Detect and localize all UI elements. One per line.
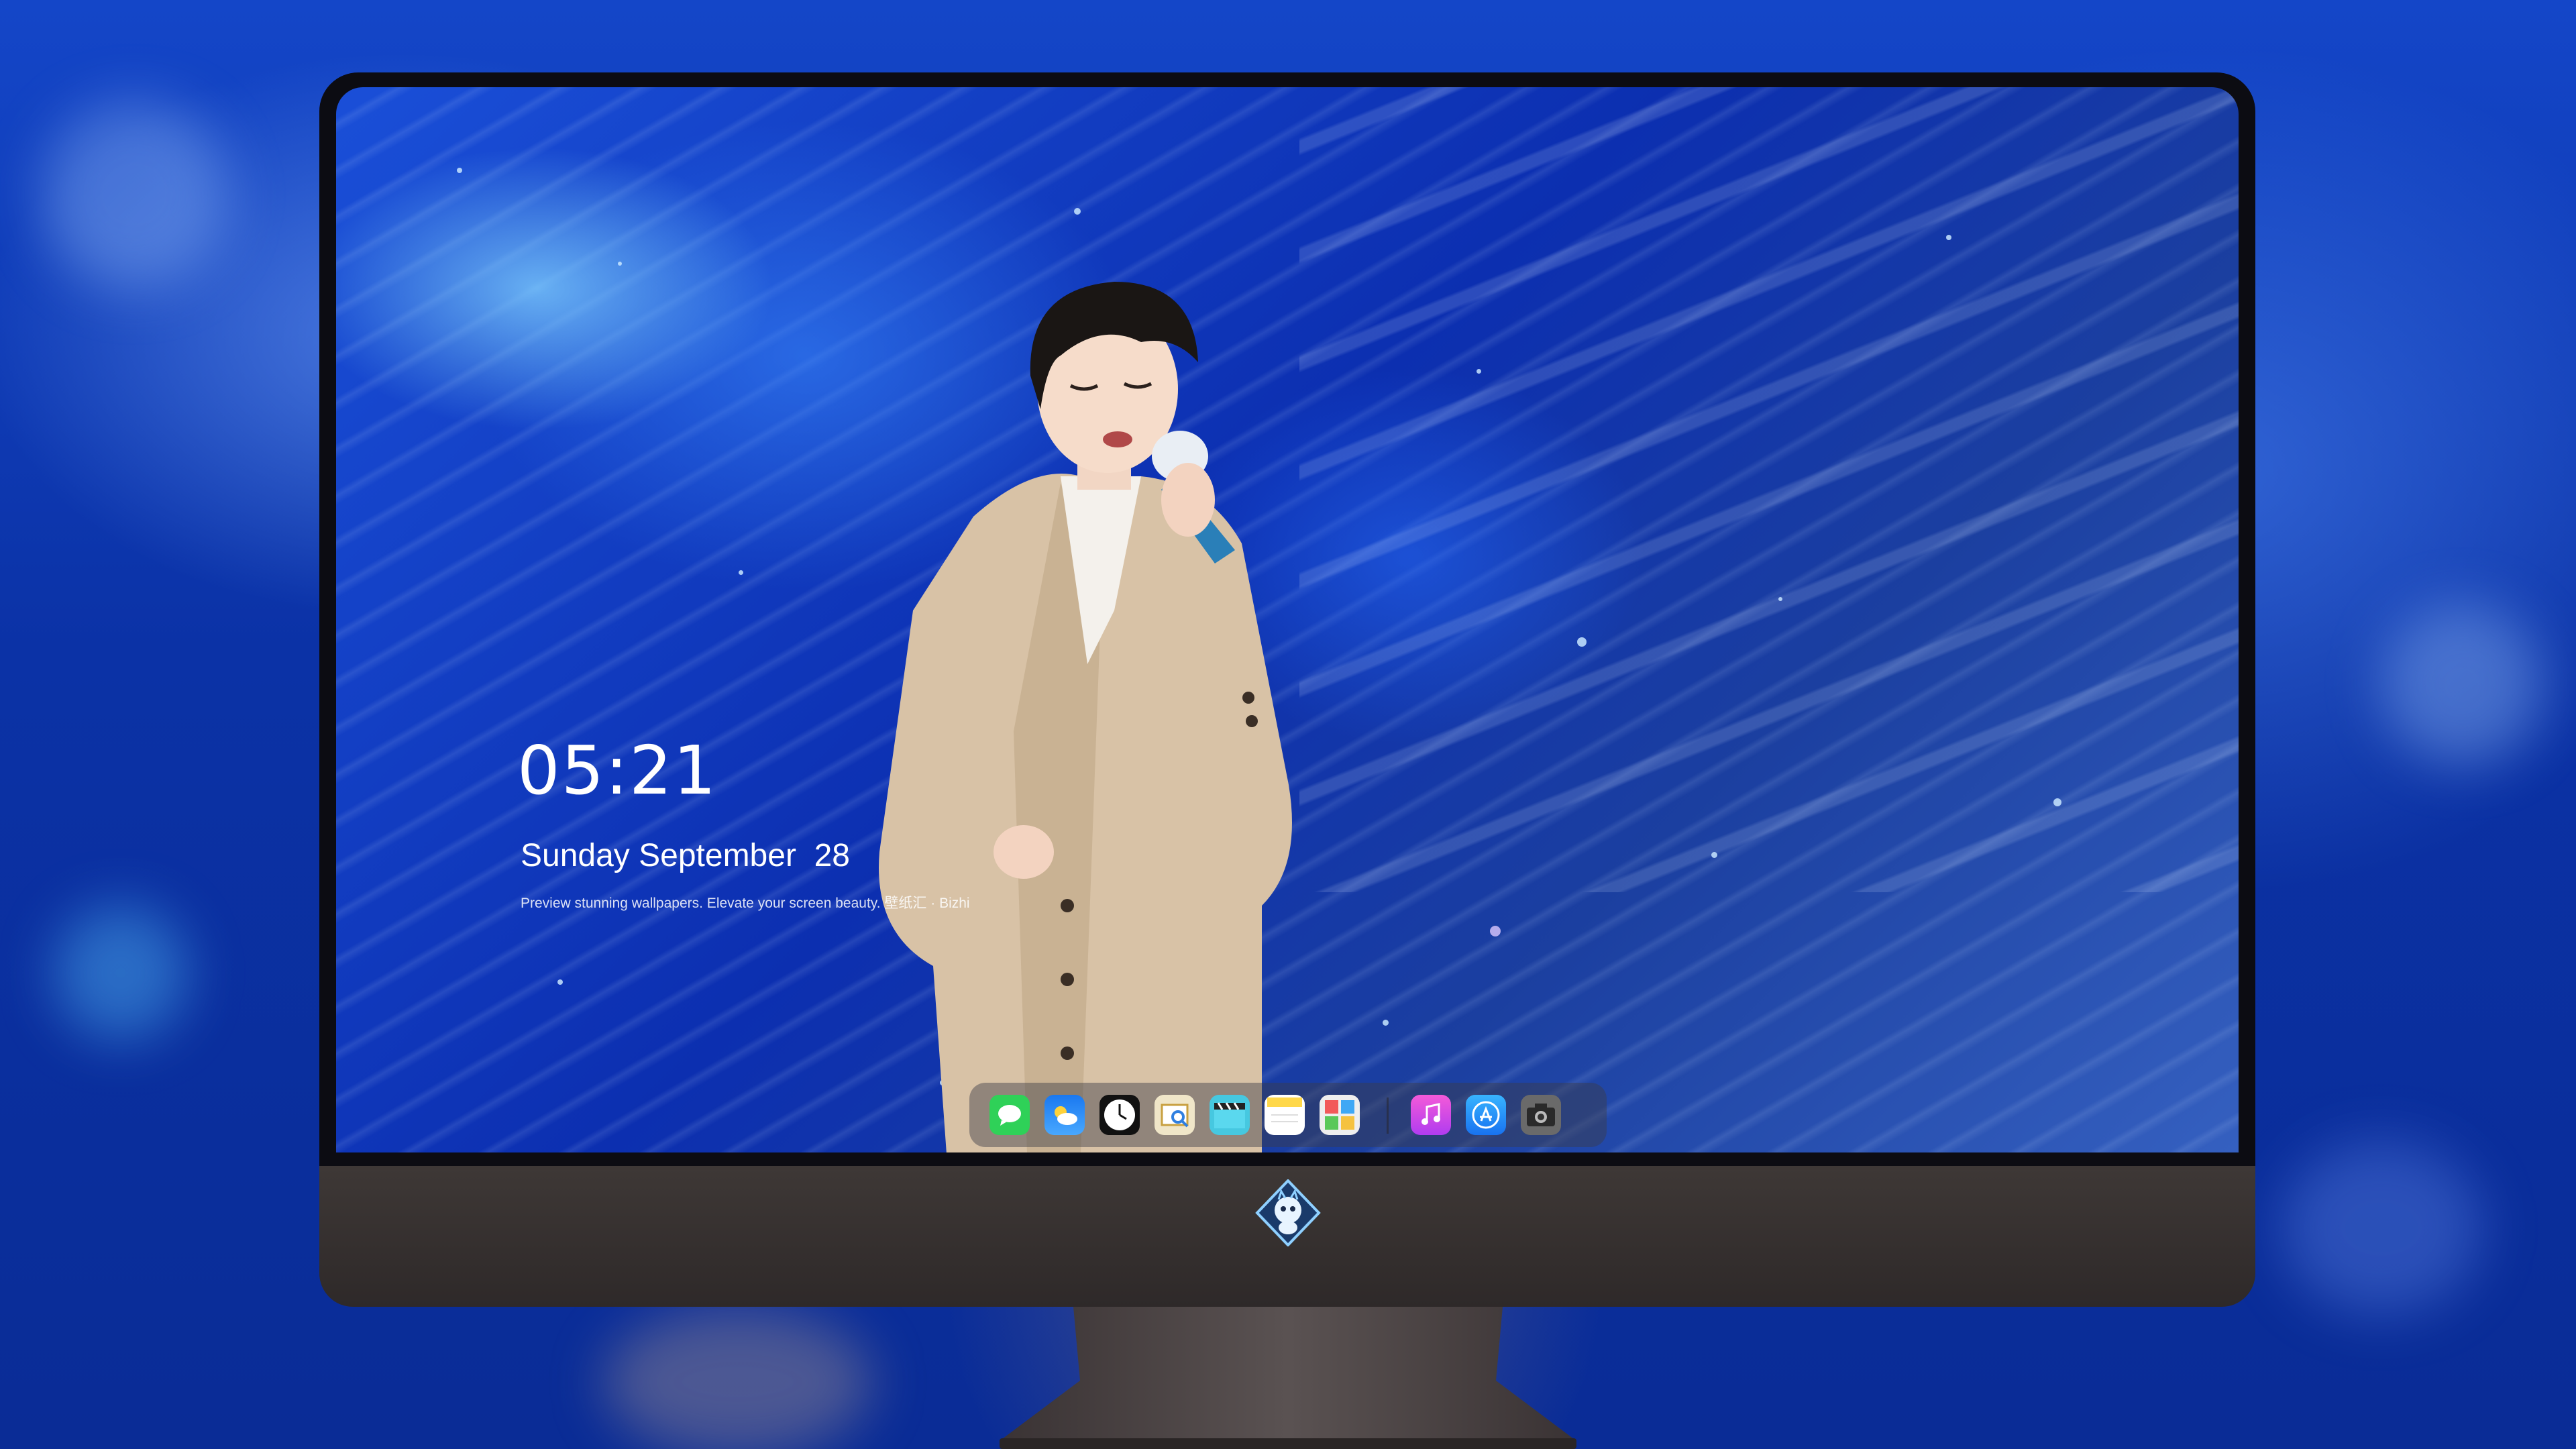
notes-icon[interactable]	[1265, 1095, 1305, 1135]
monitor-chin	[319, 1166, 2255, 1307]
monitor-stand	[1000, 1307, 1576, 1449]
app-store-icon[interactable]	[1466, 1095, 1506, 1135]
clock-icon[interactable]	[1099, 1095, 1140, 1135]
imac-monitor: 05:21 Sunday September 28 Preview stunni…	[319, 72, 2255, 1307]
weather-icon[interactable]	[1044, 1095, 1085, 1135]
lock-screen: 05:21 Sunday September 28 Preview stunni…	[336, 87, 2239, 1152]
wallpaper-tagline: Preview stunning wallpapers. Elevate you…	[521, 896, 970, 911]
preview-icon[interactable]	[1155, 1095, 1195, 1135]
clock-date: Sunday September 28	[521, 838, 850, 873]
clock-time: 05:21	[517, 731, 718, 810]
messages-icon[interactable]	[989, 1095, 1030, 1135]
singer-photo	[879, 282, 1292, 1152]
photos-grid-icon[interactable]	[1320, 1095, 1360, 1135]
stage-light-rays	[1299, 87, 2239, 892]
dock-separator	[1387, 1097, 1389, 1134]
dock	[969, 1083, 1607, 1147]
music-icon[interactable]	[1411, 1095, 1451, 1135]
monitor-bezel: 05:21 Sunday September 28 Preview stunni…	[319, 72, 2255, 1166]
camera-icon[interactable]	[1521, 1095, 1561, 1135]
dragon-logo-icon	[1255, 1179, 1321, 1246]
clips-icon[interactable]	[1210, 1095, 1250, 1135]
